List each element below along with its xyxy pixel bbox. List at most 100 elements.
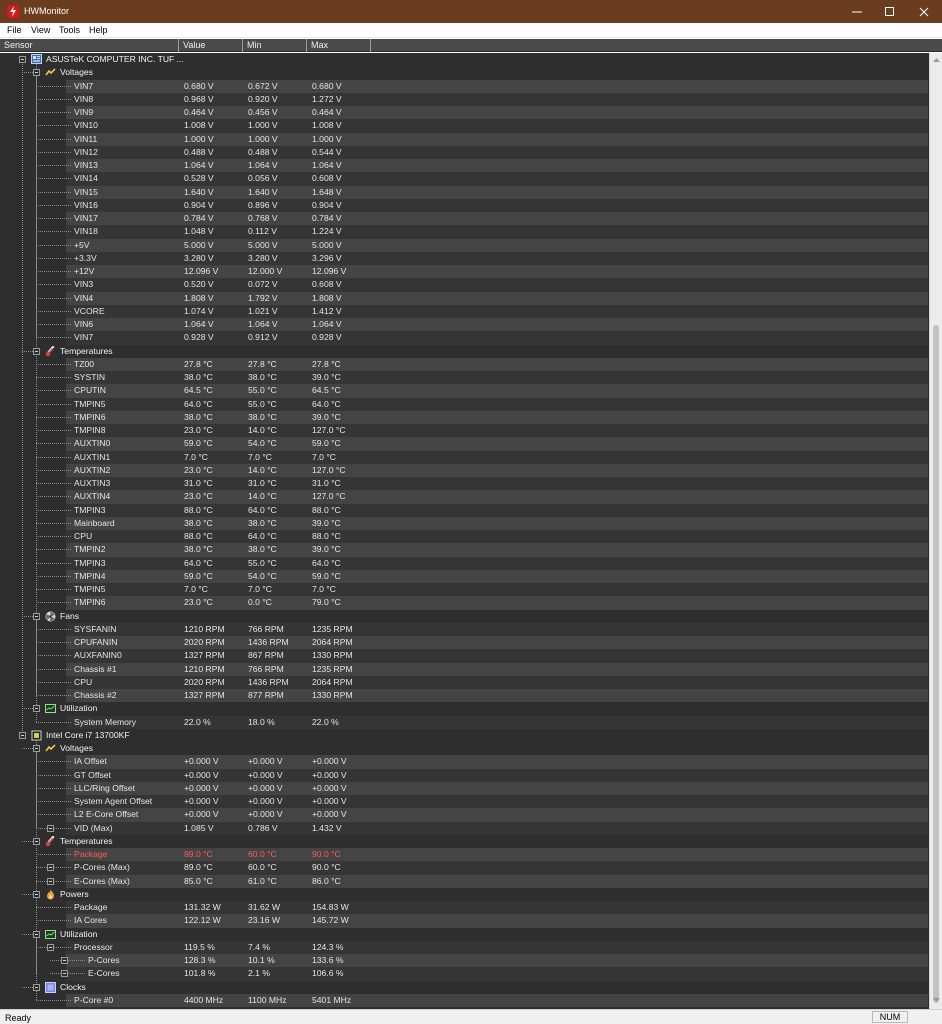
group-row[interactable]: Voltages (0, 66, 929, 79)
collapse-toggle[interactable] (61, 970, 68, 978)
collapse-toggle[interactable] (61, 957, 68, 964)
column-max[interactable]: Max (307, 39, 371, 52)
sensor-row[interactable]: VIN10 1.008 V 1.000 V 1.008 V (0, 119, 929, 133)
sensor-row[interactable]: P-Cores (Max) 89.0 °C 60.0 °C 90.0 °C (0, 861, 929, 875)
sensor-row[interactable]: TMPIN3 64.0 °C 55.0 °C 64.0 °C (0, 556, 929, 570)
sensor-row[interactable]: +5V 5.000 V 5.000 V 5.000 V (0, 238, 929, 252)
menu-view[interactable]: View (31, 25, 50, 35)
sensor-row[interactable]: P-Cores 128.3 % 10.1 % 133.6 % (0, 954, 929, 968)
sensor-row[interactable]: TMPIN2 38.0 °C 38.0 °C 39.0 °C (0, 543, 929, 557)
sensor-row[interactable]: System Agent Offset +0.000 V +0.000 V +0.00… (0, 795, 929, 809)
column-value[interactable]: Value (179, 39, 243, 52)
sensor-row[interactable]: VIN6 1.064 V 1.064 V 1.064 V (0, 318, 929, 332)
collapse-toggle[interactable] (33, 347, 40, 355)
scroll-down-icon[interactable] (933, 997, 940, 1003)
sensor-row[interactable]: SYSFANIN 1210 RPM 766 RPM 1235 RPM (0, 622, 929, 636)
sensor-row[interactable]: VIN17 0.784 V 0.768 V 0.784 V (0, 212, 929, 226)
menu-file[interactable]: File (7, 25, 22, 35)
sensor-row[interactable]: VIN7 0.928 V 0.912 V 0.928 V (0, 331, 929, 345)
sensor-row[interactable]: Mainboard 38.0 °C 38.0 °C 39.0 °C (0, 516, 929, 530)
group-row[interactable]: Fans (0, 610, 929, 623)
group-row[interactable]: Powers (0, 888, 929, 901)
sensor-row[interactable]: Package 131.32 W 31.62 W 154.83 W (0, 901, 929, 915)
collapse-toggle[interactable] (33, 745, 40, 752)
sensor-row[interactable]: VIN15 1.640 V 1.640 V 1.648 V (0, 185, 929, 199)
device-row[interactable]: ASUSTeK COMPUTER INC. TUF ... (0, 53, 929, 66)
collapse-toggle[interactable] (33, 69, 40, 77)
sensor-row[interactable]: VIN18 1.048 V 0.112 V 1.224 V (0, 225, 929, 239)
collapse-toggle[interactable] (33, 930, 40, 938)
collapse-toggle[interactable] (47, 864, 54, 872)
scroll-up-icon[interactable] (933, 57, 940, 63)
sensor-row[interactable]: TMPIN5 64.0 °C 55.0 °C 64.0 °C (0, 397, 929, 411)
collapse-toggle[interactable] (47, 943, 54, 951)
sensor-row[interactable]: VIN9 0.464 V 0.456 V 0.464 V (0, 106, 929, 120)
sensor-row[interactable]: VCORE 1.074 V 1.021 V 1.412 V (0, 304, 929, 318)
sensor-row[interactable]: TZ00 27.8 °C 27.8 °C 27.8 °C (0, 357, 929, 371)
collapse-toggle[interactable] (33, 890, 40, 898)
title-bar[interactable]: HWMonitor (0, 0, 942, 23)
group-row[interactable]: Temperatures (0, 345, 929, 358)
collapse-toggle[interactable] (47, 824, 54, 832)
group-row[interactable]: Temperatures (0, 835, 929, 848)
sensor-row[interactable]: +12V 12.096 V 12.000 V 12.096 V (0, 265, 929, 279)
sensor-row[interactable]: E-Cores 101.8 % 2.1 % 106.6 % (0, 967, 929, 981)
sensor-row[interactable]: TMPIN6 23.0 °C 0.0 °C 79.0 °C (0, 596, 929, 610)
sensor-row[interactable]: CPUFANIN 2020 RPM 1436 RPM 2064 RPM (0, 636, 929, 650)
group-row[interactable]: Voltages (0, 742, 929, 755)
sensor-row[interactable]: VID (Max) 1.085 V 0.786 V 1.432 V (0, 821, 929, 835)
sensor-row[interactable]: TMPIN8 23.0 °C 14.0 °C 127.0 °C (0, 424, 929, 438)
sensor-row[interactable]: AUXTIN4 23.0 °C 14.0 °C 127.0 °C (0, 490, 929, 504)
sensor-row[interactable]: TMPIN6 38.0 °C 38.0 °C 39.0 °C (0, 410, 929, 424)
collapse-toggle[interactable] (33, 705, 40, 713)
collapse-toggle[interactable] (33, 983, 40, 991)
collapse-toggle[interactable] (33, 837, 40, 845)
sensor-row[interactable]: IA Offset +0.000 V +0.000 V +0.000 V (0, 755, 929, 769)
sensor-row[interactable]: VIN14 0.528 V 0.056 V 0.608 V (0, 172, 929, 186)
minimize-button[interactable] (840, 0, 874, 23)
menu-tools[interactable]: Tools (59, 25, 80, 35)
sensor-row[interactable]: Chassis #1 1210 RPM 766 RPM 1235 RPM (0, 662, 929, 676)
sensor-row[interactable]: VIN11 1.000 V 1.000 V 1.000 V (0, 132, 929, 146)
sensor-row[interactable]: VIN16 0.904 V 0.896 V 0.904 V (0, 198, 929, 212)
sensor-row[interactable]: VIN4 1.808 V 1.792 V 1.808 V (0, 291, 929, 305)
column-min[interactable]: Min (243, 39, 307, 52)
vertical-scrollbar[interactable] (929, 53, 942, 1009)
device-row[interactable]: Intel Core i7 13700KF (0, 729, 929, 742)
collapse-toggle[interactable] (33, 612, 40, 620)
group-row[interactable]: Clocks (0, 981, 929, 994)
sensor-row[interactable]: AUXTIN1 7.0 °C 7.0 °C 7.0 °C (0, 450, 929, 464)
sensor-row[interactable]: CPU 88.0 °C 64.0 °C 88.0 °C (0, 530, 929, 544)
sensor-row[interactable]: +3.3V 3.280 V 3.280 V 3.296 V (0, 251, 929, 265)
sensor-row[interactable]: CPU 2020 RPM 1436 RPM 2064 RPM (0, 675, 929, 689)
sensor-row[interactable]: Processor 119.5 % 7.4 % 124.3 % (0, 940, 929, 954)
sensor-row[interactable]: TMPIN3 88.0 °C 64.0 °C 88.0 °C (0, 503, 929, 517)
collapse-toggle[interactable] (19, 731, 26, 739)
sensor-row[interactable]: CPUTIN 64.5 °C 55.0 °C 64.5 °C (0, 384, 929, 398)
sensor-tree[interactable]: ASUSTeK COMPUTER INC. TUF ... Voltages VIN… (0, 53, 929, 1009)
sensor-row[interactable]: TMPIN5 7.0 °C 7.0 °C 7.0 °C (0, 583, 929, 597)
column-sensor[interactable]: Sensor (0, 39, 179, 52)
sensor-row[interactable]: VIN3 0.520 V 0.072 V 0.608 V (0, 278, 929, 292)
sensor-row[interactable]: LLC/Ring Offset +0.000 V +0.000 V +0.000 V (0, 781, 929, 795)
group-row[interactable]: Utilization (0, 702, 929, 715)
menu-help[interactable]: Help (89, 25, 108, 35)
collapse-toggle[interactable] (19, 56, 26, 63)
sensor-row[interactable]: VIN13 1.064 V 1.064 V 1.064 V (0, 159, 929, 173)
sensor-row[interactable]: VIN7 0.680 V 0.672 V 0.680 V (0, 79, 929, 93)
sensor-row[interactable]: SYSTIN 38.0 °C 38.0 °C 39.0 °C (0, 371, 929, 385)
sensor-row[interactable]: P-Core #0 4400 MHz 1100 MHz 5401 MHz (0, 993, 929, 1007)
sensor-row[interactable]: AUXTIN3 31.0 °C 31.0 °C 31.0 °C (0, 477, 929, 491)
collapse-toggle[interactable] (47, 877, 54, 885)
sensor-row[interactable]: VIN8 0.968 V 0.920 V 1.272 V (0, 92, 929, 106)
sensor-row[interactable]: TMPIN4 59.0 °C 54.0 °C 59.0 °C (0, 569, 929, 583)
sensor-row[interactable]: IA Cores 122.12 W 23.16 W 145.72 W (0, 914, 929, 928)
sensor-row[interactable]: AUXTIN0 59.0 °C 54.0 °C 59.0 °C (0, 437, 929, 451)
maximize-button[interactable] (873, 0, 907, 23)
sensor-row[interactable]: VIN12 0.488 V 0.488 V 0.544 V (0, 145, 929, 159)
sensor-row[interactable]: AUXTIN2 23.0 °C 14.0 °C 127.0 °C (0, 463, 929, 477)
sensor-row[interactable]: L2 E-Core Offset +0.000 V +0.000 V +0.000 V (0, 808, 929, 822)
group-row[interactable]: Utilization (0, 928, 929, 941)
sensor-row[interactable]: System Memory 22.0 % 18.0 % 22.0 % (0, 715, 929, 729)
sensor-row[interactable]: Package 89.0 °C 60.0 °C 90.0 °C (0, 848, 929, 862)
